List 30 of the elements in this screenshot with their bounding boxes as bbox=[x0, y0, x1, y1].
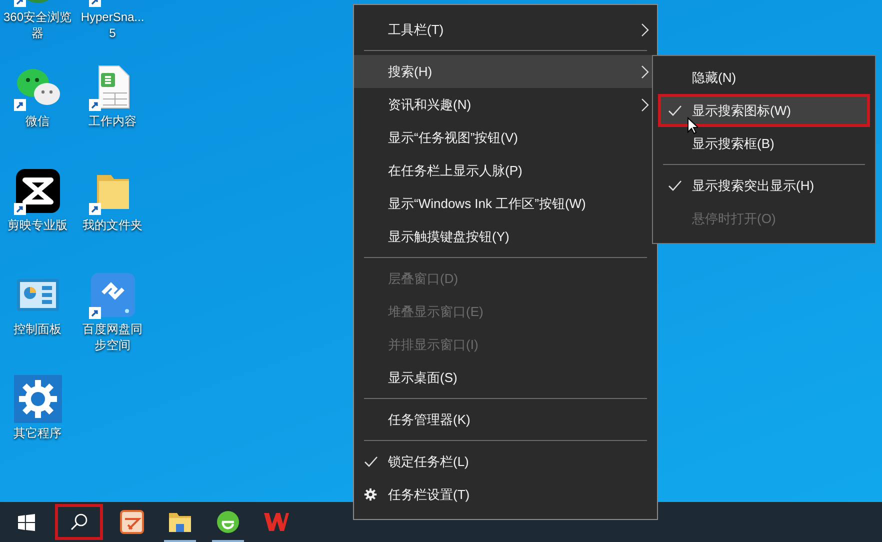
menu-item[interactable]: 显示搜索突出显示(H) bbox=[658, 169, 870, 202]
menu-item[interactable]: 任务管理器(K) bbox=[354, 403, 657, 436]
cloud-sync-icon bbox=[88, 271, 136, 319]
chevron-right-icon bbox=[641, 64, 649, 78]
settings-icon bbox=[364, 488, 377, 501]
office-app-icon bbox=[263, 511, 289, 533]
mouse-cursor-icon bbox=[687, 117, 698, 134]
menu-item[interactable]: 锁定任务栏(L) bbox=[354, 445, 657, 478]
search-icon bbox=[70, 513, 88, 531]
menu-item[interactable]: 隐藏(N) bbox=[658, 61, 870, 94]
chevron-right-icon bbox=[641, 22, 649, 36]
menu-item[interactable]: 显示桌面(S) bbox=[354, 361, 657, 394]
pen-app-icon bbox=[120, 510, 144, 534]
shortcut-arrow-icon bbox=[14, 99, 26, 111]
menu-item[interactable]: 显示搜索框(B) bbox=[658, 127, 870, 160]
chevron-right-icon bbox=[641, 98, 649, 112]
menu-item[interactable]: 任务栏设置(T) bbox=[354, 478, 657, 511]
folder-icon bbox=[168, 511, 192, 533]
shortcut-arrow-icon bbox=[14, 203, 26, 215]
taskbar-button[interactable] bbox=[55, 504, 103, 540]
windows-logo-icon bbox=[18, 514, 34, 530]
menu-item[interactable]: 资讯和兴趣(N) bbox=[354, 88, 657, 121]
settings-icon bbox=[14, 375, 62, 423]
shortcut-arrow-icon bbox=[88, 203, 100, 215]
shortcut-arrow-icon bbox=[88, 99, 100, 111]
menu-item[interactable]: 显示搜索图标(W) bbox=[658, 94, 870, 127]
browser-icon bbox=[216, 510, 240, 534]
menu-item[interactable]: 工具栏(T) bbox=[354, 13, 657, 46]
clip-app-icon bbox=[14, 167, 62, 215]
shortcut-arrow-icon bbox=[88, 307, 100, 319]
